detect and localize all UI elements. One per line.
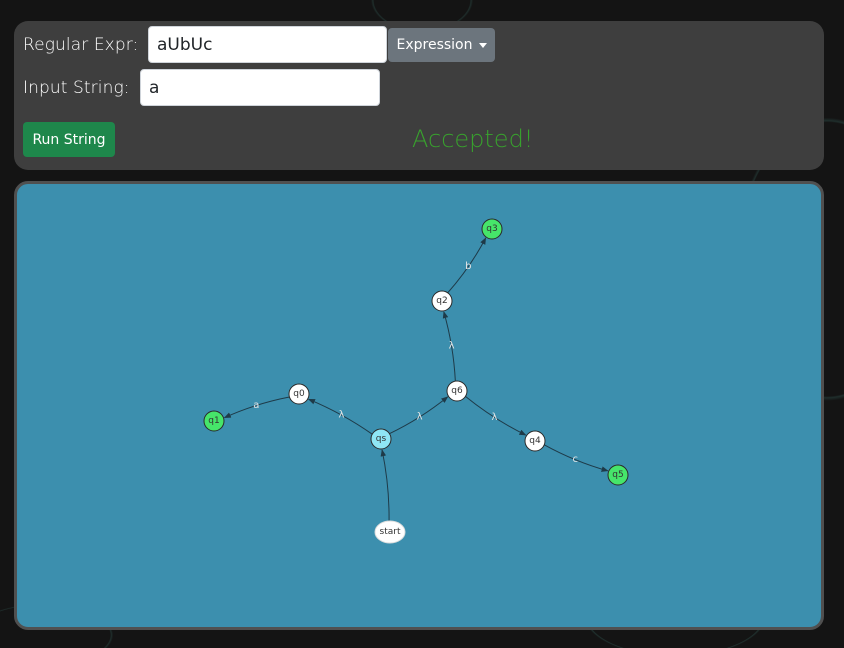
edge-label: λ xyxy=(338,409,344,420)
state-node-q4[interactable]: q4 xyxy=(524,430,546,452)
edge-label: b xyxy=(465,261,471,272)
state-label: qs xyxy=(376,434,387,444)
state-label: q2 xyxy=(436,296,447,306)
input-string-field[interactable] xyxy=(140,69,380,106)
status-message: Accepted! xyxy=(412,125,534,153)
expression-dropdown-button[interactable]: Expression xyxy=(388,28,495,62)
automaton-graph-panel: λ a λ λ b λ c start qs q0 q1 q6 q2 q3 q4 q5 xyxy=(14,181,824,630)
state-node-q0[interactable]: q0 xyxy=(288,383,310,405)
state-node-q3[interactable]: q3 xyxy=(481,218,503,240)
regex-label: Regular Expr: xyxy=(23,35,139,55)
state-node-q1[interactable]: q1 xyxy=(203,410,225,432)
regex-input[interactable] xyxy=(148,26,387,63)
dropdown-label: Expression xyxy=(396,37,473,53)
edge-label: c xyxy=(573,454,579,465)
state-label: q6 xyxy=(451,386,463,396)
state-label: q3 xyxy=(486,224,497,234)
state-node-q5[interactable]: q5 xyxy=(607,464,629,486)
edge-label: λ xyxy=(449,341,455,352)
automaton-graph[interactable]: λ a λ λ b λ c start qs q0 q1 q6 q2 q3 q4 q5 xyxy=(17,184,821,627)
state-label: q1 xyxy=(208,416,219,426)
state-node-start[interactable]: start xyxy=(374,520,406,544)
edge-label: a xyxy=(253,400,259,411)
control-panel: Regular Expr: Expression Input String: R… xyxy=(14,21,824,170)
state-label: start xyxy=(380,527,401,537)
edge-label: λ xyxy=(492,412,498,423)
state-node-qs[interactable]: qs xyxy=(370,428,392,450)
input-string-label: Input String: xyxy=(23,78,130,98)
edge-label: λ xyxy=(417,411,423,422)
caret-down-icon xyxy=(478,42,487,48)
run-string-button[interactable]: Run String xyxy=(23,122,115,157)
state-label: q5 xyxy=(612,470,623,480)
state-label: q0 xyxy=(293,389,305,399)
state-node-q6[interactable]: q6 xyxy=(446,380,468,402)
state-label: q4 xyxy=(529,436,541,446)
state-node-q2[interactable]: q2 xyxy=(431,290,453,312)
edge-start-qs xyxy=(380,449,390,523)
